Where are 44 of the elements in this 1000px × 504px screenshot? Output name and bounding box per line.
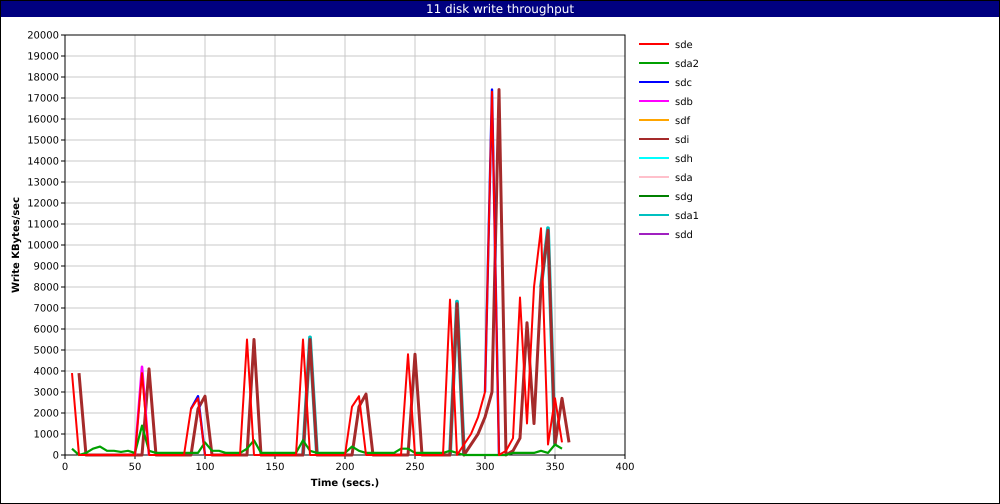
axis-tick-label: 15000: [27, 136, 59, 146]
legend-label: sdi: [675, 135, 690, 146]
axis-tick-label: 8000: [34, 282, 59, 294]
axis-tick-label: 14000: [27, 156, 59, 168]
window-title: 11 disk write throughput: [426, 1, 574, 17]
axis-title: Write KBytes/sec: [11, 197, 22, 293]
axis-tick-label: 9000: [34, 262, 59, 272]
legend-label: sdf: [675, 116, 690, 127]
axis-tick-label: 18000: [27, 72, 59, 84]
axis-tick-label: 0: [62, 462, 68, 473]
legend-label: sdb: [675, 97, 693, 108]
axis-tick-label: 20000: [27, 30, 59, 42]
axis-tick-label: 150: [265, 462, 285, 473]
axis-tick-label: 50: [128, 462, 142, 473]
axis-tick-label: 16000: [27, 114, 59, 126]
legend-label: sda2: [675, 59, 700, 70]
legend-label: sdd: [675, 230, 693, 241]
legend-label: sda: [675, 173, 693, 184]
axis-tick-label: 3000: [34, 388, 59, 398]
axis-tick-label: 100: [195, 462, 215, 473]
axis-tick-label: 12000: [27, 198, 59, 210]
axis-tick-label: 200: [335, 462, 355, 473]
axis-tick-label: 350: [545, 462, 565, 473]
axis-title: Time (secs.): [310, 478, 380, 489]
axis-tick-label: 5000: [34, 346, 59, 356]
axis-tick-label: 400: [615, 462, 635, 473]
legend-label: sdh: [675, 154, 693, 165]
axis-tick-label: 2000: [34, 408, 59, 420]
axis-tick-label: 11000: [27, 220, 59, 230]
axis-tick-label: 0: [52, 450, 59, 462]
axis-tick-label: 7000: [34, 304, 59, 314]
axis-tick-label: 4000: [34, 366, 59, 378]
axis-tick-label: 1000: [34, 430, 59, 440]
legend-label: sde: [675, 40, 693, 51]
axis-tick-label: 250: [405, 462, 425, 473]
axis-tick-label: 10000: [27, 240, 59, 252]
axis-tick-label: 19000: [27, 52, 59, 62]
legend-label: sdc: [675, 78, 692, 89]
legend-label: sda1: [675, 211, 700, 222]
axis-tick-label: 13000: [27, 178, 59, 188]
axis-tick-label: 17000: [27, 94, 59, 104]
legend-label: sdg: [675, 192, 693, 203]
axis-tick-label: 300: [475, 462, 495, 473]
axis-tick-label: 6000: [34, 324, 59, 336]
